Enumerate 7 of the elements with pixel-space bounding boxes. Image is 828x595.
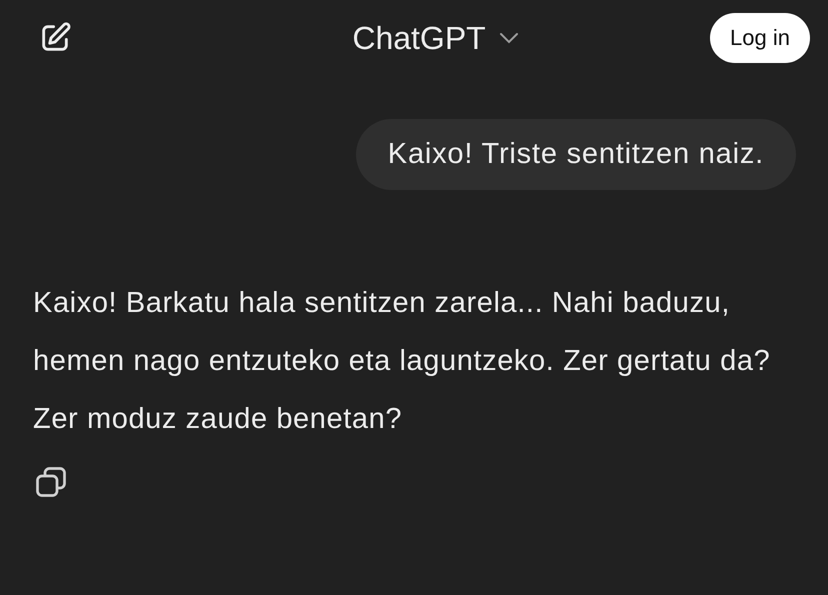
assistant-message: Kaixo! Barkatu hala sentitzen zarela... Nahi baduzu, hemen nago entzuteko eta laguntzeko. Zer gertatu da? Zer moduz zaude benetan?	[33, 286, 772, 437]
user-message: Kaixo! Triste sentitzen naiz.	[356, 119, 796, 190]
chevron-down-icon	[498, 31, 520, 45]
copy-button[interactable]	[33, 464, 69, 500]
login-button[interactable]: Log in	[710, 13, 810, 63]
model-selector[interactable]: ChatGPT	[352, 20, 520, 56]
copy-icon	[33, 464, 69, 500]
